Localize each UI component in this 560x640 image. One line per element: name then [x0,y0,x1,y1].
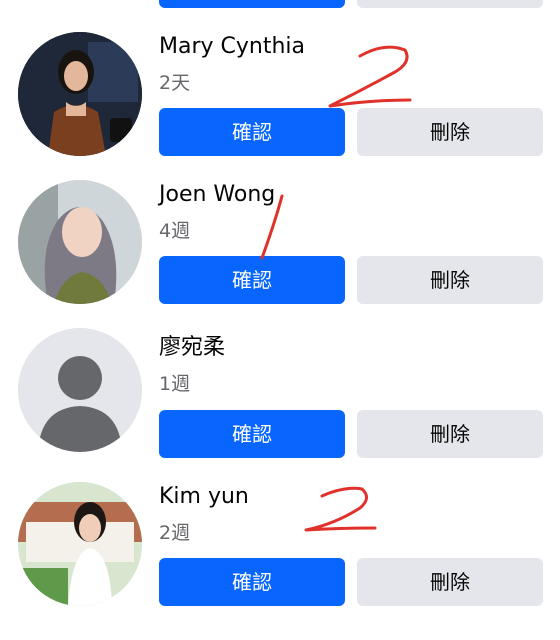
requester-name[interactable]: Kim yun [159,483,249,511]
friend-request-row: 廖宛柔 1週 確認 刪除 [0,326,560,486]
delete-button[interactable] [357,0,543,8]
avatar[interactable] [18,328,142,452]
requester-name[interactable]: Mary Cynthia [159,33,305,61]
delete-button[interactable]: 刪除 [357,256,543,304]
confirm-button[interactable]: 確認 [159,410,345,458]
requester-name[interactable]: Joen Wong [159,181,275,209]
requester-name[interactable]: 廖宛柔 [159,334,225,362]
confirm-button[interactable] [159,0,345,8]
friend-request-row: Mary Cynthia 2天 確認 刪除 [0,30,560,190]
confirm-button[interactable]: 確認 [159,108,345,156]
request-time: 1週 [159,373,191,395]
avatar[interactable] [18,482,142,606]
friend-request-row: Joen Wong 4週 確認 刪除 [0,178,560,338]
request-time: 4週 [159,220,191,242]
delete-button[interactable]: 刪除 [357,108,543,156]
avatar[interactable] [18,32,142,156]
request-time: 2週 [159,522,191,544]
avatar[interactable] [18,180,142,304]
delete-button[interactable]: 刪除 [357,558,543,606]
partial-request-row [0,0,560,12]
confirm-button[interactable]: 確認 [159,558,345,606]
confirm-button[interactable]: 確認 [159,256,345,304]
delete-button[interactable]: 刪除 [357,410,543,458]
request-time: 2天 [159,72,191,94]
default-profile-icon [18,328,142,452]
friend-request-row: Kim yun 2週 確認 刪除 [0,480,560,640]
